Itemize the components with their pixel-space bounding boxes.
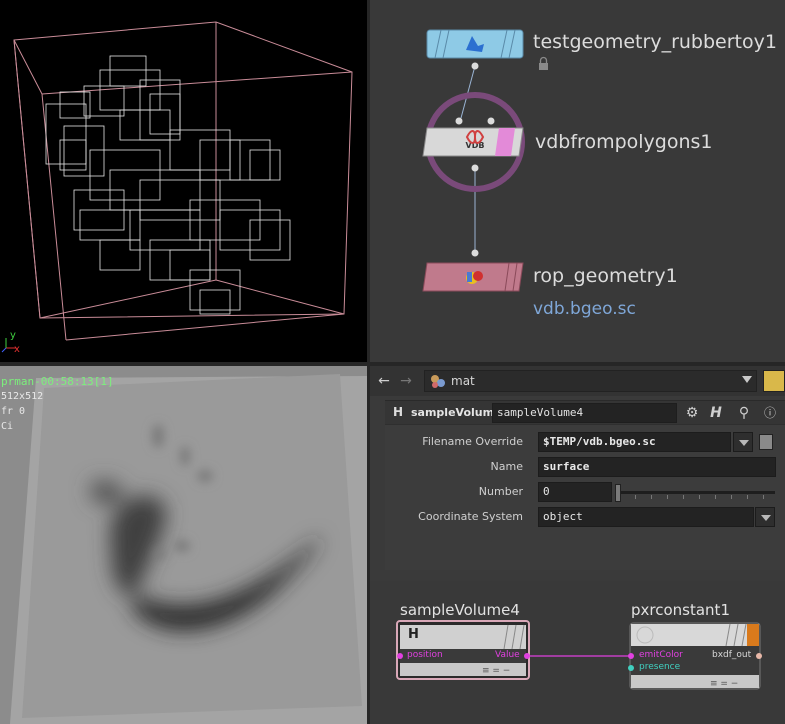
vop-node-a-title: sampleVolume4 bbox=[400, 601, 520, 619]
file-chooser-icon[interactable] bbox=[759, 434, 773, 450]
filename-override-input[interactable]: $TEMP/vdb.bgeo.sc bbox=[538, 432, 731, 452]
vop-network-view[interactable]: ≡ = − ≡ = − sampleVolume4 H position Val… bbox=[370, 581, 785, 724]
param-filename-override: Filename Override $TEMP/vdb.bgeo.sc bbox=[385, 431, 785, 453]
vop-node-b-title: pxrconstant1 bbox=[631, 601, 730, 619]
node-label-testgeometry: testgeometry_rubbertoy1 bbox=[533, 31, 777, 53]
network-path-dropdown[interactable]: mat bbox=[424, 370, 757, 392]
node-testgeometry-rubbertoy[interactable] bbox=[426, 29, 524, 70]
render-channel: Ci bbox=[1, 421, 14, 432]
node-rop-geometry[interactable] bbox=[422, 249, 524, 292]
node-label-rop-geometry: rop_geometry1 bbox=[533, 265, 678, 287]
node-name-input[interactable]: sampleVolume4 bbox=[492, 403, 677, 423]
rop-output-file: vdb.bgeo.sc bbox=[533, 299, 636, 319]
help-h-icon[interactable]: H bbox=[707, 405, 725, 423]
y-axis-label: y bbox=[10, 330, 16, 341]
houdini-type-icon[interactable]: H bbox=[393, 405, 403, 419]
number-input[interactable]: 0 bbox=[538, 482, 612, 502]
material-network-icon bbox=[431, 375, 445, 388]
viewport-canvas: y x bbox=[1, 21, 353, 355]
node-vdbfrompolygons[interactable]: VDB bbox=[422, 92, 525, 192]
search-icon[interactable]: ⚲ bbox=[735, 405, 753, 423]
arrow-right-icon[interactable]: → bbox=[398, 373, 414, 389]
parameter-pane: ← → mat H sampleVolume sampleVolume4 ⚙ H bbox=[370, 366, 785, 724]
houdini-window: y x VDB testgeometry_rubbertoy1 vdbfromp… bbox=[0, 0, 785, 724]
filename-dropdown-button[interactable] bbox=[733, 432, 753, 452]
arrow-left-icon[interactable]: ← bbox=[376, 373, 392, 389]
pin-icon[interactable] bbox=[763, 370, 785, 392]
lock-icon[interactable] bbox=[539, 56, 548, 70]
parameter-header: H sampleVolume sampleVolume4 ⚙ H ⚲ ⓘ bbox=[385, 401, 785, 425]
render-title: prman-00:58:13[1] bbox=[1, 375, 114, 388]
render-view[interactable]: prman-00:58:13[1] 512x512 fr 0 Ci bbox=[0, 366, 367, 724]
bounding-box bbox=[13, 21, 353, 341]
port-bxdf-out-label[interactable]: bxdf_out bbox=[712, 650, 751, 660]
port-emitcolor-label[interactable]: emitColor bbox=[639, 650, 683, 660]
render-frame: fr 0 bbox=[1, 406, 26, 417]
gear-icon[interactable]: ⚙ bbox=[683, 405, 701, 423]
render-resolution: 512x512 bbox=[1, 391, 44, 402]
param-number: Number 0 bbox=[385, 481, 785, 503]
x-axis-label: x bbox=[14, 344, 20, 355]
param-name: Name surface bbox=[385, 456, 785, 478]
coordinate-system-dropdown-button[interactable] bbox=[755, 507, 775, 527]
port-position-label[interactable]: position bbox=[407, 650, 443, 660]
vdb-voxel-wireframe bbox=[45, 55, 291, 315]
name-label: Name bbox=[490, 460, 523, 473]
node-label-vdbfrompolygons: vdbfrompolygons1 bbox=[535, 131, 713, 153]
number-slider-handle[interactable] bbox=[615, 484, 621, 502]
svg-text:≡ = −: ≡ = − bbox=[710, 679, 738, 689]
wire-1 bbox=[460, 65, 476, 119]
number-slider-track[interactable] bbox=[619, 491, 775, 494]
scene-viewport[interactable]: y x bbox=[0, 0, 369, 362]
node-type-label: sampleVolume bbox=[411, 406, 502, 419]
path-bar: ← → mat bbox=[370, 366, 785, 396]
number-label: Number bbox=[478, 485, 523, 498]
chevron-down-icon bbox=[742, 376, 752, 383]
coordinate-system-select[interactable]: object bbox=[538, 507, 754, 527]
svg-text:≡ = −: ≡ = − bbox=[482, 666, 510, 676]
network-editor[interactable]: VDB testgeometry_rubbertoy1 vdbfrompolyg… bbox=[369, 0, 785, 362]
filename-override-label: Filename Override bbox=[422, 435, 523, 448]
name-input[interactable]: surface bbox=[538, 457, 776, 477]
port-presence-label[interactable]: presence bbox=[639, 662, 680, 672]
parameter-panel: H sampleVolume sampleVolume4 ⚙ H ⚲ ⓘ Fil… bbox=[385, 400, 785, 570]
render-info-overlay: prman-00:58:13[1] 512x512 fr 0 Ci bbox=[1, 374, 114, 434]
network-path-text: mat bbox=[451, 374, 475, 388]
houdini-h-icon: H bbox=[408, 627, 419, 642]
coordinate-system-label: Coordinate System bbox=[418, 510, 523, 523]
param-coordinate-system: Coordinate System object bbox=[385, 506, 785, 528]
info-icon[interactable]: ⓘ bbox=[761, 405, 779, 423]
z-axis-line bbox=[1, 347, 7, 353]
port-value-label[interactable]: Value bbox=[495, 650, 520, 660]
